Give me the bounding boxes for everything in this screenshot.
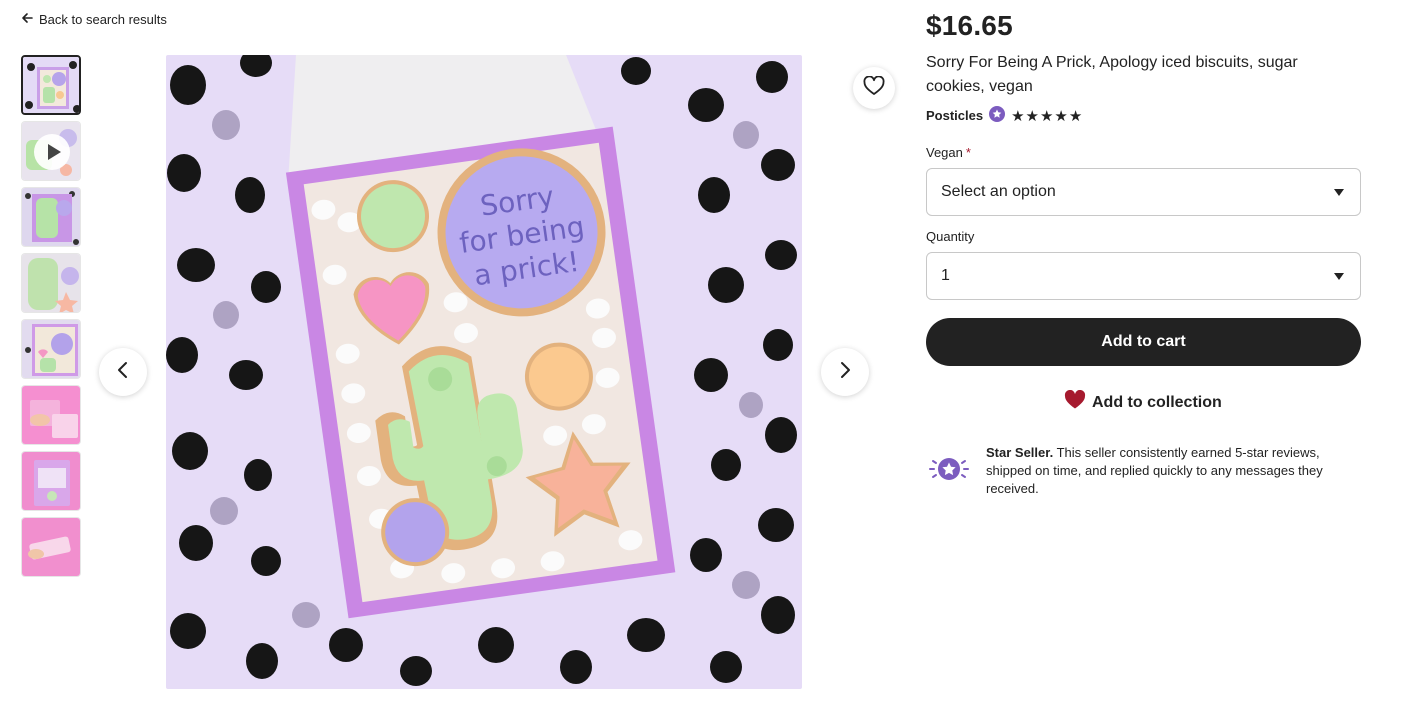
vegan-select-value: Select an option xyxy=(941,183,1056,200)
vegan-label: Vegan * xyxy=(926,145,971,160)
add-to-collection-label: Add to collection xyxy=(1092,393,1222,411)
star-seller-info: Star Seller. This seller consistently ea… xyxy=(928,444,1358,498)
thumbnail-1[interactable] xyxy=(21,55,81,115)
rating-stars: ★★★★★ xyxy=(1011,107,1084,125)
required-mark: * xyxy=(965,145,971,160)
thumbnail-4[interactable] xyxy=(21,253,81,313)
thumbnail-7[interactable] xyxy=(21,451,81,511)
thumbnail-8[interactable] xyxy=(21,517,81,577)
thumbnail-strip xyxy=(21,55,81,577)
star-seller-badge-icon xyxy=(989,106,1006,125)
star-seller-text: Star Seller. This seller consistently ea… xyxy=(986,444,1358,498)
add-to-collection-button[interactable]: Add to collection xyxy=(1064,389,1222,415)
star-seller-title: Star Seller. xyxy=(986,445,1054,460)
main-product-image[interactable]: Sorry for being a prick! xyxy=(166,55,802,689)
back-link-label: Back to search results xyxy=(39,12,167,27)
thumbnail-5[interactable] xyxy=(21,319,81,379)
previous-image-button[interactable] xyxy=(99,348,147,396)
caret-down-icon xyxy=(1334,189,1344,196)
quantity-label: Quantity xyxy=(926,229,975,244)
shop-info: Posticles ★★★★★ xyxy=(926,106,1083,125)
vegan-label-text: Vegan xyxy=(926,145,963,160)
arrow-left-icon xyxy=(21,12,33,27)
add-to-cart-button[interactable]: Add to cart xyxy=(926,318,1361,366)
heart-outline-icon xyxy=(863,74,885,101)
chevron-left-icon xyxy=(116,360,130,385)
vegan-select[interactable]: Select an option xyxy=(926,168,1361,216)
star-seller-icon xyxy=(928,448,970,490)
chevron-right-icon xyxy=(838,360,852,385)
thumbnail-2-video[interactable] xyxy=(21,121,81,181)
favorite-button[interactable] xyxy=(853,67,895,109)
next-image-button[interactable] xyxy=(821,348,869,396)
thumbnail-6[interactable] xyxy=(21,385,81,445)
quantity-select[interactable]: 1 xyxy=(926,252,1361,300)
caret-down-icon xyxy=(1334,273,1344,280)
product-title: Sorry For Being A Prick, Apology iced bi… xyxy=(926,54,1298,95)
heart-filled-icon xyxy=(1064,389,1086,415)
quantity-select-value: 1 xyxy=(941,267,950,284)
back-to-search-link[interactable]: Back to search results xyxy=(21,12,167,27)
product-price: $16.65 xyxy=(926,10,1013,41)
play-icon xyxy=(34,134,70,170)
shop-name-link[interactable]: Posticles xyxy=(926,108,983,123)
thumbnail-3[interactable] xyxy=(21,187,81,247)
